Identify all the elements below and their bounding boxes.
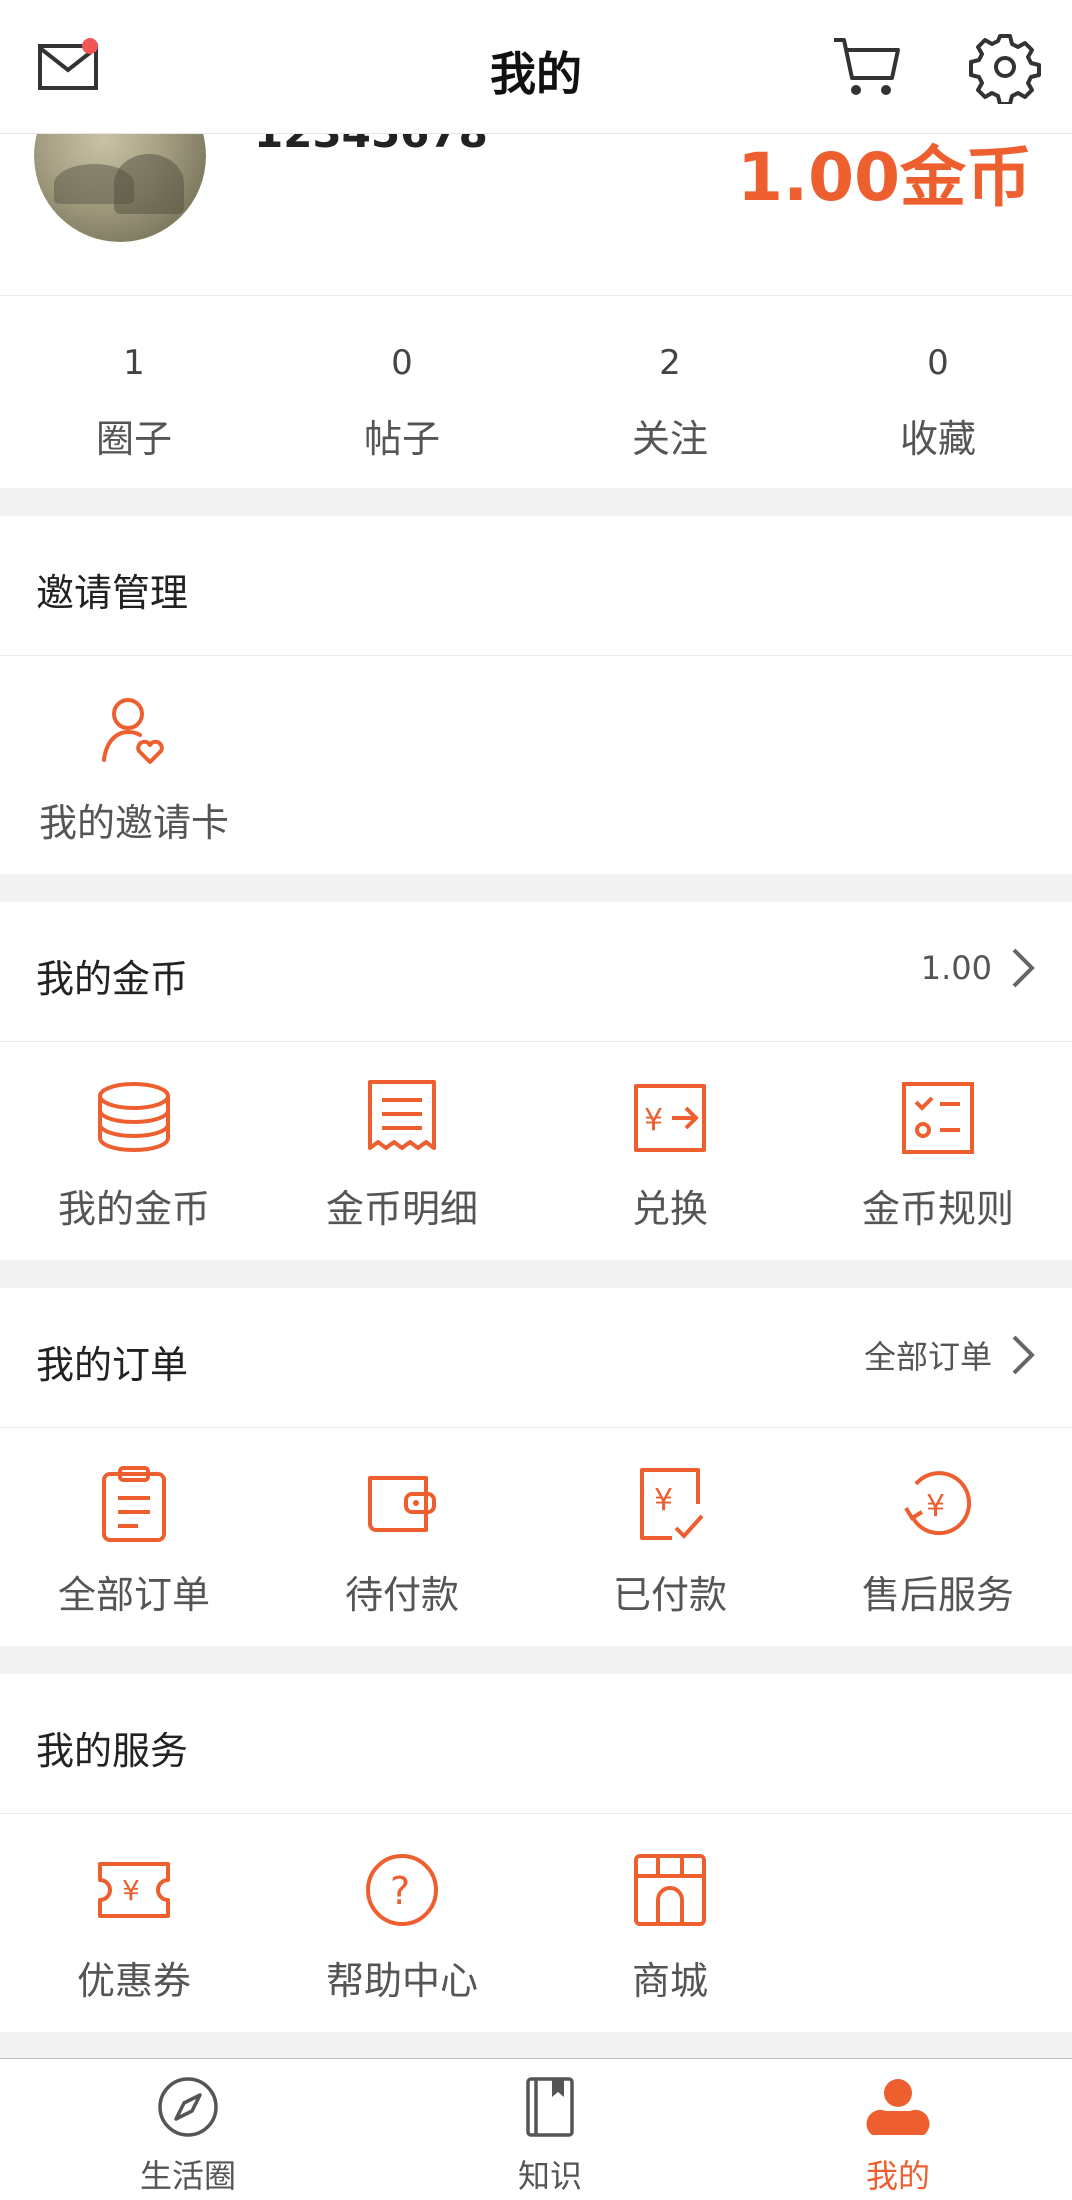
tab-label: 知识	[517, 2157, 582, 2195]
item-label: 金币规则	[861, 1187, 1014, 1231]
item-label: 商城	[631, 1959, 708, 2003]
section-header[interactable]: 我的订单 全部订单	[0, 1288, 1072, 1428]
settings-gear-icon[interactable]	[968, 30, 1042, 106]
stat-count: 0	[927, 343, 949, 383]
item-label: 已付款	[612, 1573, 727, 1617]
tab-knowledge[interactable]: 知识	[450, 2059, 650, 2197]
chevron-right-icon	[1012, 948, 1035, 988]
tab-mine[interactable]: 我的	[798, 2059, 998, 2197]
divider	[0, 2032, 1072, 2058]
svg-text:?: ?	[390, 1869, 410, 1913]
svg-text:¥: ¥	[654, 1483, 673, 1518]
stat-label: 帖子	[363, 417, 440, 461]
orders-section: 我的订单 全部订单 全部订单 待付款 ¥ 已付款 ¥ 售后服务	[0, 1288, 1072, 1646]
after-sales-item[interactable]: ¥ 售后服务	[804, 1428, 1072, 1619]
stat-favorites[interactable]: 0 收藏	[804, 296, 1072, 488]
invite-section: 邀请管理 我的邀请卡	[0, 516, 1072, 874]
coins-more[interactable]: 1.00	[921, 946, 1036, 990]
svg-text:¥: ¥	[122, 1874, 140, 1907]
avatar[interactable]	[34, 134, 206, 242]
section-title: 我的服务	[36, 1729, 189, 1773]
stat-following[interactable]: 2 关注	[536, 296, 804, 488]
stat-count: 1	[123, 343, 145, 383]
item-label: 售后服务	[861, 1573, 1014, 1617]
paid-item[interactable]: ¥ 已付款	[536, 1428, 804, 1619]
coupon-icon: ¥	[94, 1850, 174, 1930]
item-label: 金币明细	[325, 1187, 478, 1231]
page-title: 我的	[490, 47, 582, 101]
stat-count: 2	[659, 343, 681, 383]
paid-receipt-icon: ¥	[630, 1464, 710, 1544]
rules-checklist-icon	[898, 1078, 978, 1158]
clipboard-icon	[94, 1464, 174, 1544]
compass-icon	[156, 2075, 220, 2139]
divider	[0, 1260, 1072, 1288]
stat-label: 关注	[631, 417, 708, 461]
stat-label: 圈子	[95, 417, 172, 461]
stat-label: 收藏	[899, 417, 976, 461]
my-coins-item[interactable]: 我的金币	[0, 1042, 268, 1233]
stat-circles[interactable]: 1 圈子	[0, 296, 268, 488]
person-icon	[866, 2075, 930, 2139]
item-label: 我的金币	[57, 1187, 210, 1231]
section-header[interactable]: 我的金币 1.00	[0, 902, 1072, 1042]
coins-value: 1.00	[920, 949, 992, 987]
tab-life-circle[interactable]: 生活圈	[88, 2059, 288, 2197]
coins-section: 我的金币 1.00 我的金币 金币明细 ¥ 兑换 金币规则	[0, 902, 1072, 1260]
item-label: 全部订单	[57, 1573, 210, 1617]
all-orders-item[interactable]: 全部订单	[0, 1428, 268, 1619]
divider	[0, 488, 1072, 516]
user-heart-icon	[94, 692, 174, 772]
svg-text:¥: ¥	[644, 1103, 663, 1138]
services-section: 我的服务 ¥ 优惠券 ? 帮助中心 商城	[0, 1674, 1072, 2032]
coin-details-item[interactable]: 金币明细	[268, 1042, 536, 1233]
divider	[0, 1646, 1072, 1674]
section-header: 我的服务	[0, 1674, 1072, 1814]
refund-icon: ¥	[898, 1464, 978, 1544]
pending-payment-item[interactable]: 待付款	[268, 1428, 536, 1619]
section-header: 邀请管理	[0, 516, 1072, 656]
storefront-icon	[630, 1850, 710, 1930]
item-label: 兑换	[631, 1187, 708, 1231]
coin-stack-icon	[94, 1078, 174, 1158]
help-question-icon: ?	[362, 1850, 442, 1930]
all-orders-link[interactable]: 全部订单	[864, 1332, 1036, 1378]
all-orders-label: 全部订单	[863, 1338, 992, 1376]
wallet-icon	[362, 1464, 442, 1544]
bottom-tab-bar: 生活圈 知识 我的	[0, 2058, 1072, 2200]
section-title: 我的订单	[36, 1343, 189, 1387]
profile-card[interactable]: 12345678 1.00金币	[0, 108, 1072, 296]
item-label: 帮助中心	[325, 1959, 478, 2003]
coin-rules-item[interactable]: 金币规则	[804, 1042, 1072, 1233]
svg-text:¥: ¥	[926, 1489, 945, 1524]
exchange-item[interactable]: ¥ 兑换	[536, 1042, 804, 1233]
top-bar: 我的	[0, 0, 1072, 134]
item-label: 优惠券	[76, 1959, 191, 2003]
stat-posts[interactable]: 0 帖子	[268, 296, 536, 488]
mall-item[interactable]: 商城	[536, 1814, 804, 2005]
book-icon	[518, 2075, 582, 2139]
coupons-item[interactable]: ¥ 优惠券	[0, 1814, 268, 2005]
receipt-icon	[362, 1078, 442, 1158]
exchange-icon: ¥	[630, 1078, 710, 1158]
stat-count: 0	[391, 343, 413, 383]
stats-row: 1 圈子 0 帖子 2 关注 0 收藏	[0, 296, 1072, 488]
tab-label: 生活圈	[139, 2157, 236, 2195]
chevron-right-icon	[1012, 1335, 1035, 1375]
section-title: 我的金币	[36, 957, 189, 1001]
divider	[0, 874, 1072, 902]
item-label: 待付款	[344, 1573, 459, 1617]
coin-balance: 1.00金币	[737, 139, 1032, 216]
section-title: 邀请管理	[36, 571, 189, 615]
item-label: 我的邀请卡	[38, 801, 229, 845]
cart-icon[interactable]	[830, 30, 904, 104]
invite-card-item[interactable]: 我的邀请卡	[0, 656, 268, 847]
help-center-item[interactable]: ? 帮助中心	[268, 1814, 536, 2005]
tab-label: 我的	[865, 2157, 930, 2195]
